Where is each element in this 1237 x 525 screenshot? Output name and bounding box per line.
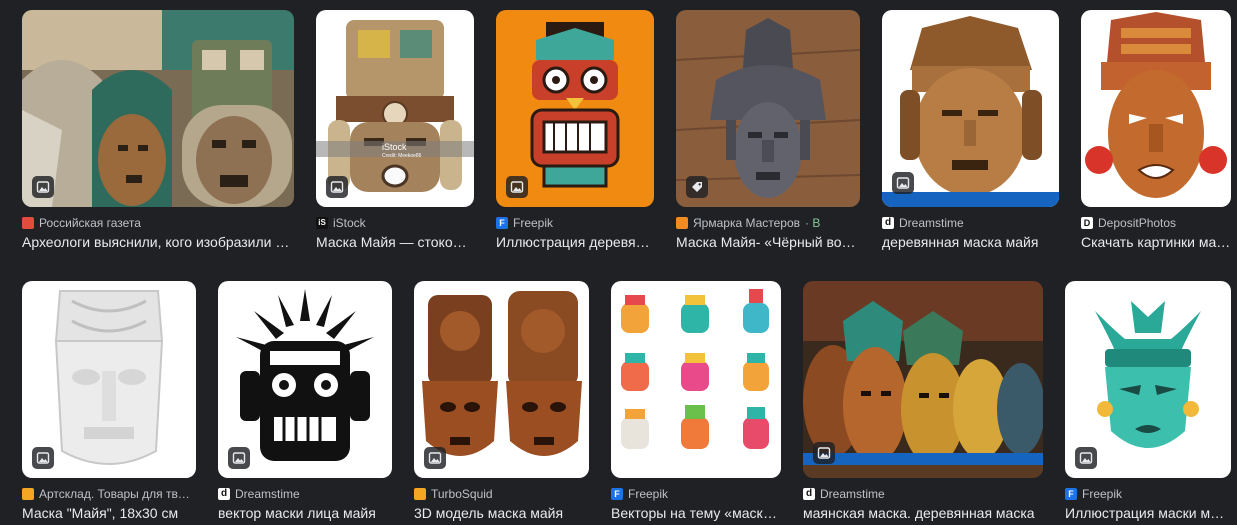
image-icon [32,176,54,198]
result-source[interactable]: Freepik [628,487,668,501]
image-icon [506,176,528,198]
result-title[interactable]: Иллюстрация маски майя [1065,505,1231,521]
result-thumbnail[interactable] [496,10,654,207]
result-title[interactable]: Иллюстрация деревянной маски [496,234,654,250]
colorful-masks-set-vector [611,281,781,478]
dreamstime-icon: d [803,488,815,500]
result-source[interactable]: Freepik [513,216,553,230]
depositphotos-icon: D [1081,217,1093,229]
result-card-7[interactable]: Артсклад. Товары для творчества Маска "М… [22,281,196,521]
result-title[interactable]: Археологи выяснили, кого изобразили на д… [22,234,294,250]
image-icon [32,447,54,469]
result-thumbnail[interactable] [22,281,196,478]
result-title[interactable]: Маска Майя- «Чёрный воин» [676,234,860,250]
result-card-4[interactable]: Ярмарка Мастеров · В Маска Майя- «Чёрный … [676,10,860,250]
result-source[interactable]: TurboSquid [431,487,493,501]
result-thumbnail[interactable] [803,281,1043,478]
result-source[interactable]: Ярмарка Мастеров [693,216,800,230]
result-card-5[interactable]: d Dreamstime деревянная маска майя [882,10,1059,250]
result-source[interactable]: Dreamstime [899,216,964,230]
result-thumbnail[interactable] [676,10,860,207]
result-title[interactable]: деревянная маска майя [882,234,1059,250]
result-title[interactable]: Маска Майя — стоковые фотографии и други… [316,234,474,250]
livemaster-icon [676,217,688,229]
result-thumbnail[interactable] [882,10,1059,207]
result-card-6[interactable]: D DepositPhotos Скачать картинки маска ма… [1081,10,1231,250]
istock-icon: iS [316,217,328,229]
result-thumbnail[interactable] [1065,281,1231,478]
result-title[interactable]: Векторы на тему «маска майя» [611,505,781,521]
image-icon [326,176,348,198]
result-source[interactable]: DepositPhotos [1098,216,1176,230]
result-card-1[interactable]: Российская газета Археологи выяснили, ко… [22,10,294,250]
result-card-12[interactable]: F Freepik Иллюстрация маски майя [1065,281,1231,521]
freepik-icon: F [496,217,508,229]
image-icon [892,172,914,194]
istock-watermark: iStock [382,142,407,152]
result-title[interactable]: 3D модель маска майя [414,505,589,521]
tag-icon [686,176,708,198]
result-source[interactable]: Dreamstime [820,487,885,501]
rg-icon [22,217,34,229]
image-icon [813,442,835,464]
result-card-3[interactable]: F Freepik Иллюстрация деревянной маски [496,10,654,250]
result-source-extra: · В [805,216,821,230]
carved-masks-photo [22,10,294,207]
result-source[interactable]: Российская газета [39,216,141,230]
result-source[interactable]: iStock [333,216,366,230]
red-orange-mask-photo [1081,10,1231,207]
row-of-masks-photo [803,281,1043,478]
dreamstime-icon: d [882,217,894,229]
result-source[interactable]: Артсклад. Товары для творчества [39,487,196,501]
dreamstime-icon: d [218,488,230,500]
result-card-11[interactable]: d Dreamstime маянская маска. деревянная м… [803,281,1043,521]
result-title[interactable]: Маска "Майя", 18х30 см [22,505,196,521]
istock-credit-watermark: Credit: Meekoe86 [382,153,422,159]
result-thumbnail[interactable] [218,281,392,478]
turbosquid-icon [414,488,426,500]
result-thumbnail[interactable] [22,10,294,207]
freepik-icon: F [611,488,623,500]
image-icon [228,447,250,469]
result-thumbnail[interactable] [414,281,589,478]
result-card-2[interactable]: iStock Credit: Meekoe86 iS iStock Маска М… [316,10,474,250]
result-source[interactable]: Dreamstime [235,487,300,501]
artsklad-icon [22,488,34,500]
result-title[interactable]: маянская маска. деревянная маска [803,505,1043,521]
result-card-8[interactable]: d Dreamstime вектор маски лица майя [218,281,392,521]
freepik-icon: F [1065,488,1077,500]
result-source[interactable]: Freepik [1082,487,1122,501]
result-thumbnail[interactable] [1081,10,1231,207]
result-thumbnail[interactable]: iStock Credit: Meekoe86 [316,10,474,207]
result-thumbnail[interactable] [611,281,781,478]
result-title[interactable]: Скачать картинки маска майя [1081,234,1231,250]
image-icon [1075,447,1097,469]
result-card-10[interactable]: F Freepik Векторы на тему «маска майя» [611,281,781,521]
image-icon [424,447,446,469]
result-card-9[interactable]: TurboSquid 3D модель маска майя [414,281,589,521]
result-title[interactable]: вектор маски лица майя [218,505,392,521]
